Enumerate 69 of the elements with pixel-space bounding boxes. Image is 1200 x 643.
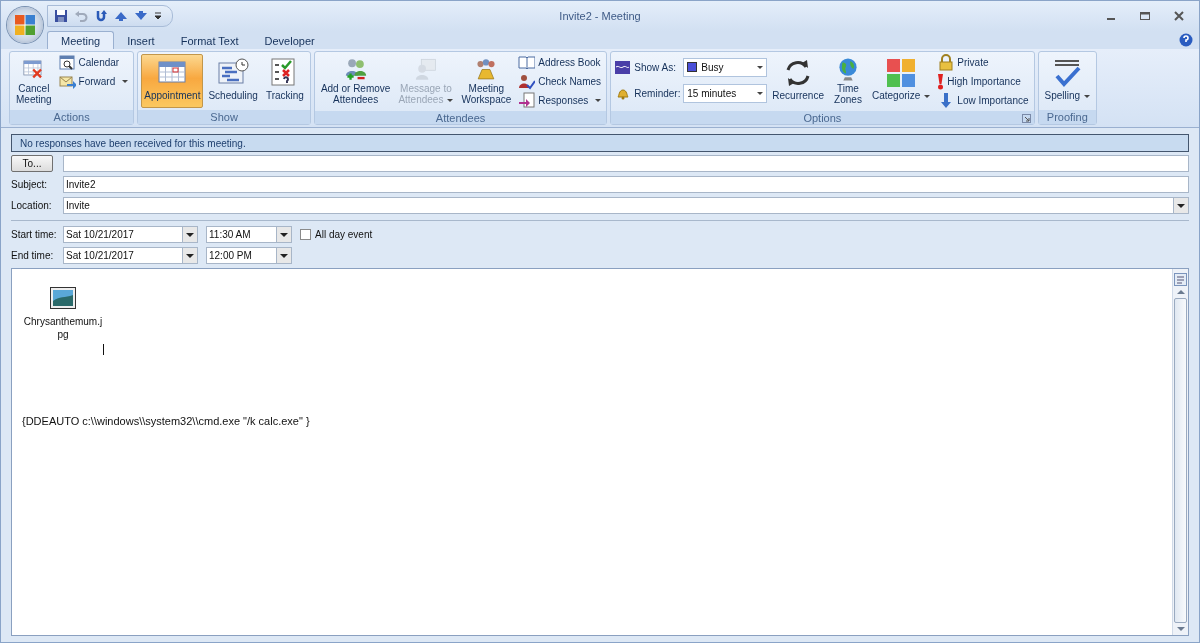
- group-label: Options: [803, 111, 842, 124]
- time-field[interactable]: 11:30 AM: [206, 226, 292, 243]
- customize-icon[interactable]: [154, 11, 162, 21]
- attachment-name[interactable]: Chrysanthemum.j pg: [23, 315, 103, 341]
- message-body[interactable]: Chrysanthemum.j pg {DDEAUTO c:\\windows\\system32\\cmd.exe "/k calc.exe" }: [11, 268, 1189, 636]
- ribbon-button[interactable]: Categorize: [869, 54, 934, 108]
- checkbox-label: All day event: [315, 229, 373, 240]
- ribbon-button[interactable]: Scheduling: [205, 54, 261, 108]
- text-cursor: [103, 344, 104, 355]
- person-check-icon: [518, 73, 536, 90]
- status-icon: [614, 58, 632, 76]
- field-label: Start time:: [11, 229, 58, 240]
- ribbon-tab[interactable]: Developer: [251, 32, 328, 49]
- document-arrow-icon: [518, 92, 536, 109]
- lock-icon: [937, 54, 955, 71]
- squares-logo[interactable]: [15, 15, 35, 35]
- ribbon-tab[interactable]: Insert: [114, 32, 168, 49]
- window-title: Invite2 - Meeting: [559, 10, 641, 22]
- maximize-icon[interactable]: [1139, 10, 1151, 22]
- date-field[interactable]: Sat 10/21/2017: [63, 226, 198, 243]
- ribbon-button[interactable]: Appointment: [141, 54, 204, 108]
- ribbon-button[interactable]: Private: [935, 54, 1031, 71]
- save-icon[interactable]: [54, 9, 68, 23]
- subject-field[interactable]: Invite2: [63, 176, 1189, 193]
- ribbon-button[interactable]: Calendar: [56, 54, 131, 71]
- field-label: End time:: [11, 250, 55, 261]
- ribbon-button[interactable]: Forward: [56, 73, 131, 90]
- dropdown-field[interactable]: Busy: [683, 57, 768, 77]
- help-icon[interactable]: [1179, 33, 1193, 47]
- ribbon-button[interactable]: Responses: [516, 92, 604, 109]
- ribbon-button[interactable]: Tracking: [262, 54, 307, 108]
- ribbon-button[interactable]: Low Importance: [935, 92, 1031, 109]
- dialog-launcher-icon[interactable]: [1021, 114, 1031, 123]
- ribbon-button[interactable]: Address Book: [516, 54, 604, 71]
- ribbon-tab[interactable]: Meeting: [47, 31, 115, 49]
- to-button[interactable]: To...: [11, 155, 53, 172]
- group-label: Proofing: [1046, 111, 1088, 123]
- body-text: {DDEAUTO c:\\windows\\system32\\cmd.exe "/k calc.exe" }: [22, 415, 311, 427]
- field-label: Subject:: [11, 179, 49, 190]
- redo-icon[interactable]: [94, 9, 108, 23]
- dropdown-field[interactable]: 15 minutes: [683, 83, 768, 103]
- combo-label: Show As:: [634, 61, 677, 73]
- ribbon-button[interactable]: Meeting Workspace: [458, 54, 515, 108]
- ribbon-tab[interactable]: Format Text: [167, 32, 252, 49]
- ribbon-button[interactable]: Spelling: [1041, 54, 1094, 108]
- checkbox[interactable]: [300, 229, 311, 240]
- image-file-icon: [50, 287, 76, 309]
- book-icon: [518, 54, 536, 71]
- color-squares-icon: [885, 57, 918, 89]
- info-bar: No responses have been received for this meeting.: [11, 134, 1189, 152]
- group-label: Attendees: [435, 111, 486, 124]
- ribbon-button[interactable]: High Importance: [935, 73, 1031, 90]
- date-field[interactable]: Sat 10/21/2017: [63, 247, 198, 264]
- to-field[interactable]: [63, 155, 1189, 172]
- scrollbar[interactable]: [1172, 269, 1188, 635]
- time-field[interactable]: 12:00 PM: [206, 247, 292, 264]
- ribbon-button[interactable]: Recurrence: [769, 54, 827, 108]
- exclamation-icon: [937, 73, 945, 90]
- calendar-search-icon: [58, 54, 76, 71]
- location-field[interactable]: Invite: [63, 197, 1189, 214]
- combo-label: Reminder:: [634, 87, 681, 99]
- group-label: Actions: [53, 111, 90, 123]
- field-label: Location:: [11, 200, 53, 211]
- ribbon-button[interactable]: Add or Remove Attendees: [317, 54, 394, 108]
- close-icon[interactable]: [1173, 10, 1185, 22]
- ribbon-button[interactable]: Check Names: [516, 73, 604, 90]
- ribbon-button[interactable]: Cancel Meeting: [13, 54, 55, 108]
- group-label: Show: [210, 111, 238, 123]
- ribbon-button[interactable]: Time Zones: [829, 54, 867, 108]
